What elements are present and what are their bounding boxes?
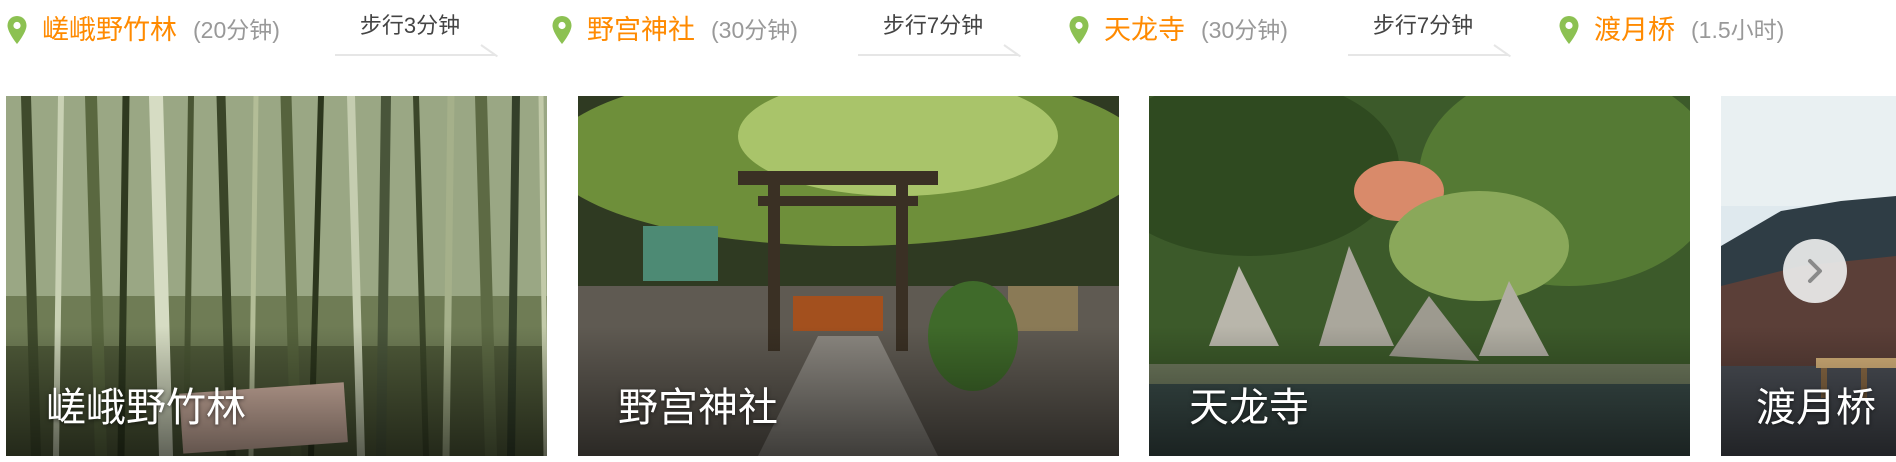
walk-line [1348,54,1508,56]
card-title: 渡月桥 [1756,386,1876,430]
route-stop-name[interactable]: 野宫神社 [587,15,695,45]
route-stop-2[interactable]: 野宫神社 (30分钟) [551,10,798,50]
walk-connector-1: 步行3分钟 [335,8,505,60]
route-bar: 嵯峨野竹林 (20分钟) 步行3分钟 野宫神社 (30分钟) 步行7分钟 天龙寺… [0,0,1896,60]
route-stop-duration: (30分钟) [1201,17,1288,43]
map-pin-icon [552,16,572,44]
route-stop-name[interactable]: 嵯峨野竹林 [42,15,177,45]
map-pin-icon [1069,16,1089,44]
route-stop-duration: (1.5小时) [1691,17,1785,43]
card-title: 嵯峨野竹林 [46,386,246,430]
route-stop-duration: (30分钟) [711,17,798,43]
attraction-card-nonomiya-shrine[interactable]: 野宫神社 [578,96,1119,456]
route-stop-4[interactable]: 渡月桥 (1.5小时) [1558,10,1784,50]
chevron-right-icon [1808,259,1822,283]
route-stop-1[interactable]: 嵯峨野竹林 (20分钟) [6,10,280,50]
route-stop-3[interactable]: 天龙寺 (30分钟) [1068,10,1288,50]
card-title: 天龙寺 [1189,386,1309,430]
walk-time-label: 步行7分钟 [1372,13,1474,38]
walk-time-label: 步行3分钟 [359,13,461,38]
walk-line [335,54,495,56]
walk-connector-2: 步行7分钟 [858,8,1028,60]
walk-connector-3: 步行7分钟 [1348,8,1518,60]
map-pin-icon [7,16,27,44]
carousel-next-button[interactable] [1783,239,1847,303]
walk-line [858,54,1018,56]
route-stop-name[interactable]: 渡月桥 [1594,15,1675,45]
attraction-card-tenryuji[interactable]: 天龙寺 [1149,96,1690,456]
route-stop-name[interactable]: 天龙寺 [1104,15,1185,45]
attraction-card-bamboo-grove[interactable]: 嵯峨野竹林 [6,96,547,456]
card-title: 野宫神社 [618,386,778,430]
route-stop-duration: (20分钟) [193,17,280,43]
walk-time-label: 步行7分钟 [882,13,984,38]
map-pin-icon [1559,16,1579,44]
